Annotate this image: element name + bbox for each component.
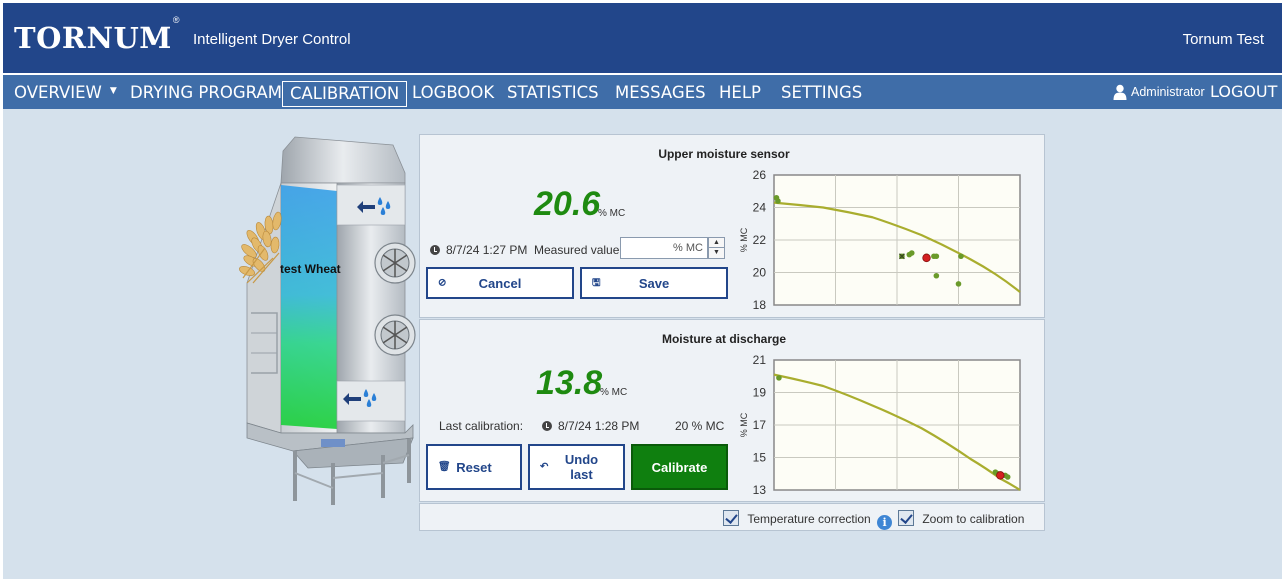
clock-icon [430, 245, 440, 255]
cancel-icon: ⊘ [438, 277, 447, 289]
y-tick-label: 21 [753, 353, 767, 367]
logo-text: TORNUM [14, 21, 172, 55]
nav-messages[interactable]: MESSAGES [615, 81, 706, 107]
app-title: Intelligent Dryer Control [193, 31, 351, 48]
upper-timestamp-text: 8/7/24 1:27 PM [446, 243, 528, 257]
temperature-correction-label: Temperature correction [747, 512, 871, 526]
temperature-correction-toggle[interactable]: Temperature correction i [723, 510, 893, 530]
last-calibration-time-text: 8/7/24 1:28 PM [558, 419, 640, 433]
undo-last-button[interactable]: ↶ Undo last [528, 444, 625, 490]
stepper-down-icon[interactable]: ▼ [709, 248, 724, 258]
user-menu[interactable]: Administrator [1113, 84, 1205, 100]
upper-sensor-panel: Upper moisture sensor 20.6 % MC 8/7/24 1… [419, 134, 1045, 318]
caret-down-icon: ▼ [109, 86, 117, 96]
calibrate-button[interactable]: Calibrate [631, 444, 728, 490]
y-tick-label: 18 [753, 298, 767, 312]
tornum-logo[interactable]: TORNUM® [14, 15, 179, 55]
upper-moisture-unit: % MC [598, 208, 626, 219]
nav-overview[interactable]: OVERVIEW ▼ [14, 81, 117, 107]
user-name: Administrator [1131, 85, 1205, 99]
y-tick-label: 13 [753, 483, 767, 497]
info-icon[interactable]: i [877, 515, 893, 530]
y-axis-label: % MC [739, 412, 749, 437]
calibration-point [1004, 474, 1011, 480]
calibration-point [933, 272, 940, 279]
main-nav: OVERVIEW ▼ DRYING PROGRAM CALIBRATION LOG… [3, 73, 1282, 109]
last-calibration-value: 20 % MC [675, 419, 725, 433]
save-button[interactable]: 🖫 Save [580, 267, 728, 299]
nav-overview-label: OVERVIEW [14, 83, 102, 102]
discharge-calibration-chart: 13 15 17 19 21 % MC [739, 353, 1021, 497]
reset-label: Reset [456, 459, 492, 475]
temperature-correction-checkbox[interactable] [723, 510, 739, 526]
app-header: TORNUM® Intelligent Dryer Control Tornum… [3, 3, 1282, 73]
y-axis-label: % MC [739, 227, 749, 252]
nav-calibration[interactable]: CALIBRATION [282, 81, 408, 107]
calibration-point [775, 198, 781, 204]
cancel-label: Cancel [478, 275, 522, 291]
nav-settings[interactable]: SETTINGS [781, 81, 862, 107]
last-calibration-label: Last calibration: [439, 419, 524, 433]
calibration-point [776, 375, 782, 381]
upper-moisture-value: 20.6 [534, 185, 601, 223]
y-tick-label: 22 [753, 233, 767, 247]
nav-drying-program[interactable]: DRYING PROGRAM [130, 81, 282, 107]
site-name: Tornum Test [1182, 31, 1264, 48]
logout-link[interactable]: LOGOUT [1210, 82, 1277, 101]
save-icon: 🖫 [592, 277, 601, 289]
y-tick-label: 26 [753, 168, 767, 182]
options-bar: Temperature correction i Zoom to calibra… [419, 503, 1045, 531]
stepper-up-icon[interactable]: ▲ [709, 238, 724, 248]
undo-label: Undo last [564, 452, 599, 482]
y-tick-label: 20 [753, 266, 767, 280]
calibration-point [955, 281, 962, 287]
nav-statistics[interactable]: STATISTICS [507, 81, 599, 107]
measured-value-label: Measured value [534, 243, 620, 257]
current-reading-point [996, 471, 1005, 480]
registered-mark: ® [172, 15, 180, 26]
calibration-point [958, 253, 964, 260]
zoom-to-calibration-checkbox[interactable] [898, 510, 914, 526]
discharge-moisture-value: 13.8 [536, 364, 603, 402]
y-tick-label: 15 [753, 451, 767, 465]
reset-button[interactable]: 🗑 Reset [426, 444, 522, 490]
upper-timestamp: 8/7/24 1:27 PM [430, 243, 527, 257]
measured-value-stepper[interactable]: ▲ ▼ [708, 237, 725, 259]
measured-value-input[interactable]: % MC [620, 237, 708, 259]
undo-icon: ↶ [540, 461, 549, 473]
nav-help[interactable]: HELP [719, 81, 761, 107]
calibration-point [933, 253, 940, 260]
discharge-panel-title: Moisture at discharge [661, 332, 787, 346]
save-label: Save [638, 275, 670, 291]
y-tick-label: 17 [753, 418, 767, 432]
y-tick-label: 24 [753, 201, 767, 215]
discharge-panel: Moisture at discharge 13.8 % MC Last cal… [419, 319, 1045, 502]
last-calibration-time: 8/7/24 1:28 PM [542, 419, 639, 433]
y-tick-label: 19 [753, 386, 767, 400]
grain-label: test Wheat [280, 262, 341, 276]
current-reading-point [922, 253, 931, 263]
zoom-to-calibration-toggle[interactable]: Zoom to calibration [898, 510, 1024, 526]
upper-panel-title: Upper moisture sensor [658, 147, 790, 161]
clock-icon [542, 421, 552, 431]
cancel-button[interactable]: ⊘ Cancel [426, 267, 574, 299]
discharge-moisture-unit: % MC [600, 387, 628, 398]
nav-logbook[interactable]: LOGBOOK [412, 81, 494, 107]
user-icon [1113, 84, 1127, 100]
dryer-illustration [239, 136, 416, 505]
calibration-point [908, 250, 915, 256]
zoom-to-calibration-label: Zoom to calibration [922, 512, 1025, 526]
upper-calibration-chart: 18 20 22 24 26 % MC [739, 168, 1021, 312]
trash-icon: 🗑 [438, 461, 451, 473]
